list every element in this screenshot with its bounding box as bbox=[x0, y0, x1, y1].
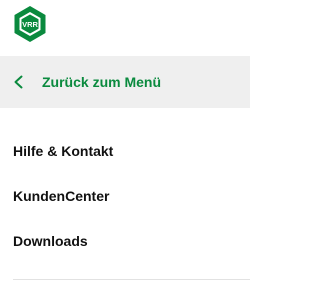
vrr-logo-icon[interactable]: VRR bbox=[13, 5, 47, 43]
logo-text: VRR bbox=[22, 20, 38, 29]
back-to-menu-label: Zurück zum Menü bbox=[42, 74, 162, 90]
menu-item-hilfe-kontakt[interactable]: Hilfe & Kontakt bbox=[13, 143, 113, 159]
menu-item-downloads[interactable]: Downloads bbox=[13, 233, 88, 249]
divider bbox=[13, 279, 250, 280]
menu-item-kundencenter[interactable]: KundenCenter bbox=[13, 188, 109, 204]
header: VRR bbox=[0, 0, 250, 56]
chevron-left-icon bbox=[13, 75, 25, 89]
back-to-menu-button[interactable]: Zurück zum Menü bbox=[0, 56, 250, 108]
vrr-logo-svg: VRR bbox=[14, 6, 46, 42]
